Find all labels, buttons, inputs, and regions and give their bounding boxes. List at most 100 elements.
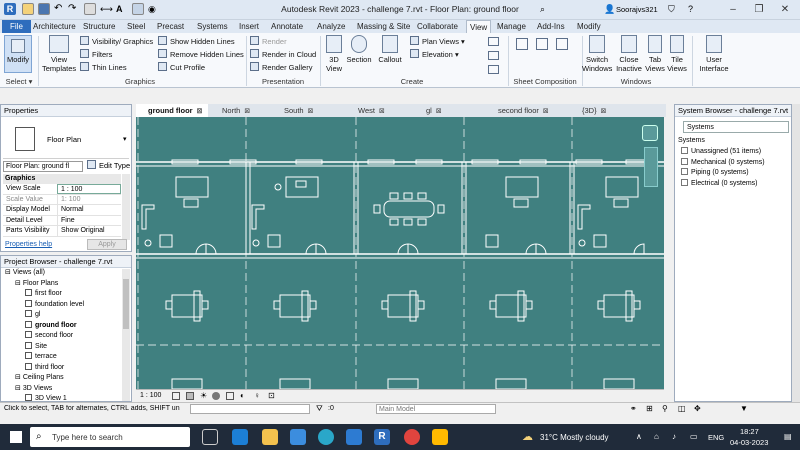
chrome-icon[interactable] (404, 429, 420, 445)
cart-icon[interactable]: ⛉ (668, 4, 675, 15)
tab-view[interactable]: View (466, 20, 492, 33)
workset-dropdown[interactable] (190, 404, 310, 414)
property-row[interactable]: Scale Value 1: 100 (3, 194, 121, 205)
property-value[interactable]: 1 : 100 (57, 184, 121, 194)
minimize-button[interactable]: – (720, 0, 746, 20)
close-inactive-button[interactable]: Close Inactive (614, 35, 644, 73)
switch-windows-button[interactable]: Switch Windows (582, 35, 612, 73)
tree-item[interactable]: first floor (3, 289, 121, 300)
property-value[interactable]: Fine (57, 215, 121, 225)
tree-item[interactable]: third floor (3, 362, 121, 374)
navigation-bar[interactable] (644, 147, 658, 187)
reveal-hidden-icon[interactable]: ♀ (254, 391, 260, 400)
user-icon[interactable]: 👤 (604, 4, 615, 15)
tab-annotate[interactable]: Annotate (268, 20, 306, 33)
close-tab-icon[interactable]: ⊠ (601, 108, 607, 115)
view-tab[interactable]: North ⊠ (210, 104, 270, 117)
clock-date[interactable]: 04-03-2023 (730, 438, 768, 447)
tab-precast[interactable]: Precast (154, 20, 187, 33)
system-item[interactable]: Piping (0 systems) (678, 168, 788, 179)
thin-lines-button[interactable]: Thin Lines (80, 62, 127, 74)
render-gallery-button[interactable]: Render Gallery (250, 62, 312, 74)
tree-item[interactable]: ⊟ Ceiling Plans (3, 373, 121, 384)
view-tab[interactable]: gl ⊠ (414, 104, 484, 117)
legends-icon[interactable] (488, 65, 499, 74)
apply-button[interactable]: Apply (87, 239, 127, 250)
select-pinned-icon[interactable]: ⚲ (662, 404, 668, 413)
tree-item[interactable]: terrace (3, 352, 121, 363)
view-tab[interactable]: West ⊠ (346, 104, 412, 117)
drag-elements-icon[interactable]: ✥ (694, 404, 701, 413)
revit-taskbar-icon[interactable]: R (374, 429, 390, 445)
mail-icon[interactable] (346, 429, 362, 445)
clock-time[interactable]: 18:27 (740, 427, 759, 436)
tree-item[interactable]: gl (3, 310, 121, 321)
tab-systems[interactable]: Systems (194, 20, 231, 33)
select-group-label[interactable]: Select ▾ (2, 77, 36, 86)
sun-path-icon[interactable]: ☀ (200, 391, 207, 400)
tray-chevron-icon[interactable]: ∧ (636, 432, 642, 441)
close-tab-icon[interactable]: ⊠ (244, 108, 250, 115)
edit-type-button[interactable]: Edit Type (87, 160, 130, 170)
hide-isolate-icon[interactable]: ◐ (240, 391, 245, 400)
expand-icon[interactable] (681, 147, 688, 154)
callout-button[interactable]: Callout (376, 35, 404, 64)
windows-start-icon[interactable] (10, 431, 22, 443)
battery-icon[interactable]: ▭ (690, 432, 698, 441)
type-selector[interactable]: Floor Plan ▾ (3, 119, 129, 159)
tab-add-ins[interactable]: Add-Ins (534, 20, 568, 33)
tab-views-button[interactable]: Tab Views (644, 35, 666, 73)
instance-dropdown[interactable]: Floor Plan: ground fl (3, 161, 83, 172)
app-icon[interactable] (432, 429, 448, 445)
close-tab-icon[interactable]: ⊠ (543, 108, 549, 115)
tab-modify[interactable]: Modify (574, 20, 604, 33)
view-cube-icon[interactable] (642, 125, 658, 141)
show-hidden-lines-button[interactable]: Show Hidden Lines (158, 36, 235, 48)
detail-level-icon[interactable] (172, 392, 180, 400)
user-name[interactable]: Soorajvs321 (616, 5, 658, 14)
section-button[interactable]: Section (346, 35, 372, 64)
close-tab-icon[interactable]: ⊠ (197, 108, 203, 115)
tab-manage[interactable]: Manage (494, 20, 529, 33)
language-indicator[interactable]: ENG (708, 433, 724, 442)
property-value[interactable]: Normal (57, 205, 121, 215)
search-icon[interactable]: ⌕ (540, 4, 545, 15)
property-row[interactable]: Display Model Normal (3, 205, 121, 216)
select-by-face-icon[interactable]: ◫ (678, 404, 686, 413)
task-view-icon[interactable] (202, 429, 218, 445)
title-block-icon[interactable] (536, 38, 548, 50)
duplicate-view-icon[interactable] (488, 51, 499, 60)
graphics-section-header[interactable]: Graphics (3, 174, 121, 184)
crop-icon[interactable] (226, 392, 234, 400)
tree-item[interactable]: ⊟ Floor Plans (3, 279, 121, 290)
analytical-icon[interactable]: ⊡ (268, 391, 275, 400)
selection-filter-icon[interactable]: ⛛ (316, 404, 323, 414)
weather-icon[interactable]: ☁ (522, 430, 533, 443)
user-interface-button[interactable]: User Interface (696, 35, 732, 73)
file-explorer-icon[interactable] (262, 429, 278, 445)
render-cloud-button[interactable]: Render in Cloud (250, 49, 316, 61)
property-row[interactable]: View Scale 1 : 100 (3, 184, 121, 195)
select-links-icon[interactable]: ⚭ (630, 404, 637, 413)
tree-item[interactable]: foundation level (3, 299, 121, 311)
system-item[interactable]: Electrical (0 systems) (678, 178, 788, 190)
volume-icon[interactable]: ♪ (672, 432, 676, 441)
view-templates-button[interactable]: View Templates (42, 35, 76, 73)
view-scale[interactable]: 1 : 100 (140, 392, 161, 399)
visual-style-icon[interactable] (186, 392, 194, 400)
properties-help-link[interactable]: Properties help (5, 241, 52, 248)
store-icon[interactable] (290, 429, 306, 445)
tab-analyze[interactable]: Analyze (314, 20, 348, 33)
weather-text[interactable]: 31°C Mostly cloudy (540, 433, 609, 442)
close-tab-icon[interactable]: ⊠ (436, 108, 442, 115)
edge-icon[interactable] (318, 429, 334, 445)
tree-item[interactable]: second floor (3, 331, 121, 342)
tab-insert[interactable]: Insert (236, 20, 262, 33)
tree-item[interactable]: ⊟ 3D Views (3, 384, 121, 395)
maximize-button[interactable]: ❐ (746, 0, 772, 20)
property-row[interactable]: Detail Level Fine (3, 215, 121, 226)
tree-item[interactable]: Site (3, 341, 121, 353)
modify-button[interactable]: Modify (4, 35, 32, 73)
property-value[interactable]: 1: 100 (57, 194, 121, 204)
close-tab-icon[interactable]: ⊠ (379, 108, 385, 115)
